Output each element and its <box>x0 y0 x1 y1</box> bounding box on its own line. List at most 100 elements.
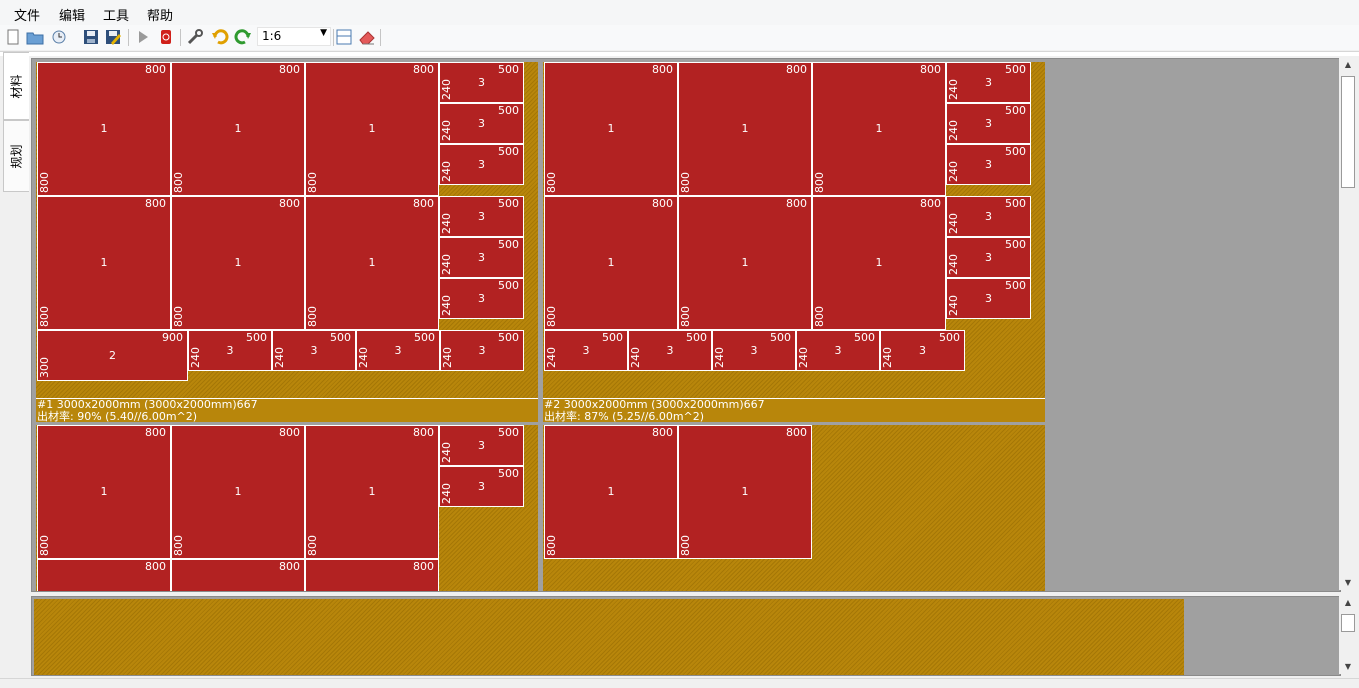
cut-piece[interactable]: 8008001 <box>37 196 171 330</box>
preview-scrollbar[interactable]: ▲ ▼ <box>1339 596 1357 674</box>
cut-piece[interactable]: 500 240 3 <box>439 237 524 278</box>
vertical-scrollbar[interactable]: ▲ ▼ <box>1339 58 1357 590</box>
cut-piece[interactable]: 8008001 <box>171 559 305 591</box>
piece-width-label: 800 <box>652 426 673 439</box>
cut-piece[interactable]: 500 240 3 <box>796 330 880 371</box>
cut-piece[interactable]: 500 240 3 <box>439 196 524 237</box>
piece-id-label: 1 <box>234 485 242 498</box>
cut-piece[interactable]: 500 240 3 <box>439 144 524 185</box>
cut-piece[interactable]: 8008001 <box>305 559 439 591</box>
cut-piece[interactable]: 8008001 <box>678 425 812 559</box>
piece-id-label: 1 <box>607 485 615 498</box>
layout-icon[interactable] <box>335 28 353 46</box>
cut-piece[interactable]: 8008001 <box>305 425 439 559</box>
piece-id-label: 3 <box>478 479 485 493</box>
piece-width-label: 800 <box>279 560 300 573</box>
cut-piece[interactable]: 500 240 3 <box>439 103 524 144</box>
cut-piece[interactable]: 500 240 3 <box>439 466 524 507</box>
cut-piece[interactable]: 500 240 3 <box>946 103 1031 144</box>
piece-height-label: 800 <box>172 306 185 327</box>
run-icon[interactable] <box>134 28 152 46</box>
cut-piece[interactable]: 500 240 3 <box>880 330 965 371</box>
tab-planning[interactable]: 规划 <box>3 120 29 192</box>
eraser-icon[interactable] <box>358 28 376 46</box>
piece-id-label: 1 <box>234 256 242 269</box>
piece-width-label: 500 <box>330 331 351 344</box>
cut-piece[interactable]: 8008001 <box>812 62 946 196</box>
piece-width-label: 500 <box>498 145 519 158</box>
cut-piece[interactable]: 8008001 <box>37 425 171 559</box>
piece-id-label: 1 <box>607 256 615 269</box>
stop-icon[interactable] <box>157 28 175 46</box>
cut-piece[interactable]: 500 240 3 <box>439 278 524 319</box>
menu-tools[interactable]: 工具 <box>103 5 129 24</box>
piece-width-label: 800 <box>786 426 807 439</box>
cut-piece[interactable]: 8008001 <box>171 62 305 196</box>
piece-width-label: 800 <box>413 426 434 439</box>
piece-width-label: 500 <box>498 467 519 480</box>
zoom-select[interactable]: 1:6 ▼ <box>257 27 331 46</box>
toolbar <box>0 25 1359 50</box>
cut-piece[interactable]: 500 240 3 <box>439 425 524 466</box>
cut-piece[interactable]: 8008001 <box>678 196 812 330</box>
piece-height-label: 800 <box>306 172 319 193</box>
piece-width-label: 800 <box>145 426 166 439</box>
cut-piece[interactable]: 8008001 <box>812 196 946 330</box>
cut-piece[interactable]: 8008001 <box>305 62 439 196</box>
cut-piece[interactable]: 8008001 <box>678 62 812 196</box>
cut-piece[interactable]: 8008001 <box>544 425 678 559</box>
cut-piece[interactable]: 500 240 3 <box>946 196 1031 237</box>
cut-piece[interactable]: 8008001 <box>37 559 171 591</box>
cut-piece[interactable]: 8008001 <box>171 425 305 559</box>
cut-piece[interactable]: 500 240 3 <box>544 330 628 371</box>
piece-width-label: 800 <box>145 63 166 76</box>
piece-id-label: 1 <box>100 122 108 135</box>
save-icon[interactable] <box>82 28 100 46</box>
open-icon[interactable] <box>26 28 44 46</box>
menu-help[interactable]: 帮助 <box>147 5 173 24</box>
piece-width-label: 800 <box>413 197 434 210</box>
undo-icon[interactable] <box>211 28 229 46</box>
cut-piece[interactable]: 8008001 <box>305 196 439 330</box>
tab-materials[interactable]: 材料 <box>3 52 29 120</box>
cut-piece[interactable]: 900 300 2 <box>37 330 188 381</box>
piece-id-label: 3 <box>834 343 842 357</box>
piece-width-label: 500 <box>246 331 267 344</box>
cut-piece[interactable]: 8008001 <box>544 196 678 330</box>
save-as-icon[interactable] <box>104 28 122 46</box>
recent-icon[interactable] <box>51 28 69 46</box>
scroll-down-icon[interactable]: ▼ <box>1339 576 1357 590</box>
redo-icon[interactable] <box>234 28 252 46</box>
cut-piece[interactable]: 500 240 3 <box>946 237 1031 278</box>
cut-piece[interactable]: 500 240 3 <box>188 330 272 371</box>
cut-piece[interactable]: 8008001 <box>37 62 171 196</box>
scroll-thumb[interactable] <box>1341 76 1355 188</box>
scroll-down-icon[interactable]: ▼ <box>1339 660 1357 674</box>
menu-file[interactable]: 文件 <box>14 5 40 24</box>
piece-id-label: 2 <box>109 348 116 362</box>
cut-piece[interactable]: 500 240 3 <box>356 330 440 371</box>
cut-piece[interactable]: 500 240 3 <box>628 330 712 371</box>
cut-piece[interactable]: 500 240 3 <box>272 330 356 371</box>
cut-piece[interactable]: 500 240 3 <box>439 62 524 103</box>
cut-piece[interactable]: 8008001 <box>171 196 305 330</box>
piece-id-label: 1 <box>875 122 883 135</box>
layout-canvas[interactable]: 800 800 1 800 800 1 800 800 1 800 800 1 800 800 1 800 80… <box>31 58 1341 592</box>
scroll-thumb[interactable] <box>1341 614 1355 632</box>
scroll-up-icon[interactable]: ▲ <box>1339 596 1357 610</box>
scroll-up-icon[interactable]: ▲ <box>1339 58 1357 72</box>
piece-width-label: 500 <box>414 331 435 344</box>
cut-piece[interactable]: 500 240 3 <box>946 144 1031 185</box>
piece-width-label: 800 <box>145 197 166 210</box>
cut-piece[interactable]: 8008001 <box>544 62 678 196</box>
cut-piece[interactable]: 500 240 3 <box>440 330 524 371</box>
cut-piece[interactable]: 500 240 3 <box>946 62 1031 103</box>
piece-id-label: 3 <box>478 116 485 130</box>
piece-height-label: 800 <box>172 172 185 193</box>
new-icon[interactable] <box>4 28 22 46</box>
menu-edit[interactable]: 编辑 <box>59 5 85 24</box>
cut-piece[interactable]: 500 240 3 <box>712 330 796 371</box>
cut-piece[interactable]: 500 240 3 <box>946 278 1031 319</box>
piece-width-label: 500 <box>770 331 791 344</box>
settings-icon[interactable] <box>186 28 204 46</box>
